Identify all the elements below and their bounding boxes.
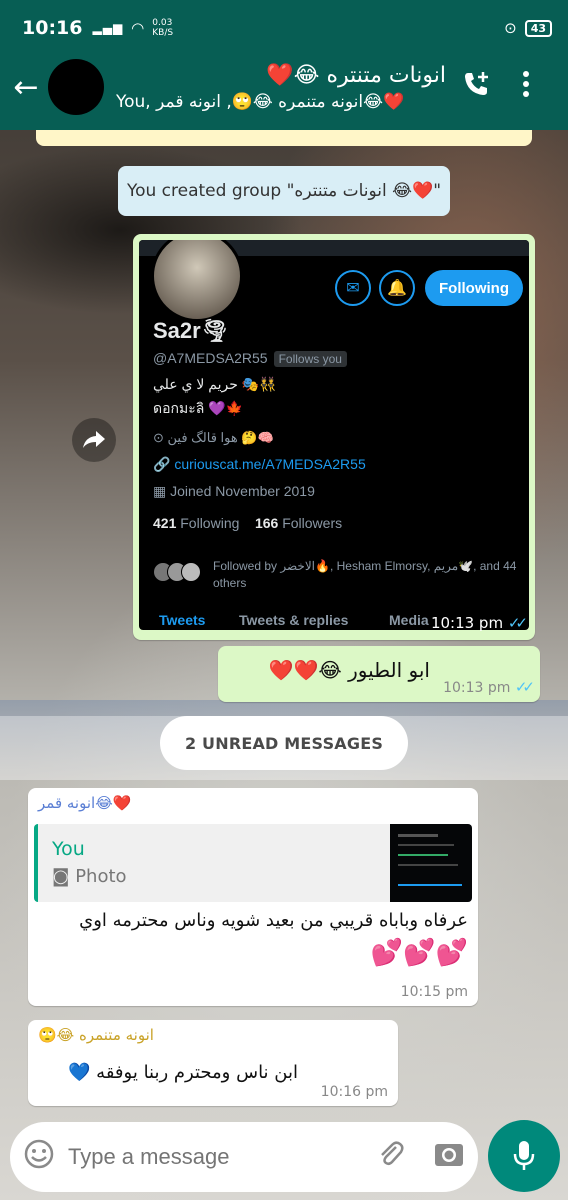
emoji-icon[interactable] xyxy=(10,1138,68,1177)
shared-profile-screenshot[interactable]: ✉ 🔔 Following Sa2r🌪 @A7MEDSA2R55 Follows … xyxy=(139,240,529,630)
lock-icon: ⊙ xyxy=(504,19,517,37)
encryption-notice[interactable] xyxy=(36,130,532,146)
chat-title-block[interactable]: انونات متنتره 😂❤️ You, انونه متنمره 😂🙄, … xyxy=(116,63,446,112)
outgoing-text-message[interactable]: ابو الطيور 😂❤️❤️ 10:13 pm ✓✓ xyxy=(218,646,540,702)
follower-avatars xyxy=(153,562,213,592)
followed-by: Followed by الاخضر🔥, Hesham Elmorsy, مري… xyxy=(153,558,523,592)
outgoing-photo-message[interactable]: ✉ 🔔 Following Sa2r🌪 @A7MEDSA2R55 Follows … xyxy=(133,234,535,640)
tab-tweets: Tweets xyxy=(159,612,206,628)
message-text: ابن ناس ومحترم ربنا يوفقه 💙 xyxy=(68,1062,298,1083)
link-icon: 🔗 xyxy=(153,456,175,472)
tab-media: Media xyxy=(389,612,429,628)
voice-message-button[interactable] xyxy=(488,1120,560,1192)
forward-icon[interactable] xyxy=(72,418,116,462)
tab-tweets-replies: Tweets & replies xyxy=(239,612,349,628)
message-meta: 10:13 pm ✓✓ xyxy=(430,614,528,632)
incoming-message[interactable]: انونه متنمره 😂🙄 ابن ناس ومحترم ربنا يوفق… xyxy=(28,1020,398,1106)
follows-you-badge: Follows you xyxy=(273,351,347,367)
notification-bell-icon: 🔔 xyxy=(379,270,415,306)
clock: 10:16 xyxy=(22,17,83,39)
profile-name: Sa2r🌪 xyxy=(153,318,229,343)
profile-handle: @A7MEDSA2R55 Follows you xyxy=(153,350,347,367)
net-speed: 0.03 KB/S xyxy=(152,18,174,38)
signal-icon: ▂▄▆ xyxy=(92,21,124,35)
microphone-icon xyxy=(513,1141,535,1170)
location-pin-icon: ⊙ xyxy=(153,430,168,445)
message-emoji: 💕💕💕 xyxy=(370,938,468,968)
status-bar: 10:16 ▂▄▆ ◠ 0.03 KB/S ⊙ 43 xyxy=(0,0,568,56)
bio-line-2: ดอกมะลิ 💜🍁 xyxy=(153,400,244,416)
message-text: ابو الطيور 😂❤️❤️ xyxy=(268,658,430,682)
wifi-icon: ◠ xyxy=(131,19,145,37)
message-time: 10:15 pm xyxy=(400,984,468,1000)
unread-messages-badge: 2 UNREAD MESSAGES xyxy=(160,716,408,770)
message-meta: 10:13 pm ✓✓ xyxy=(443,678,535,696)
message-time: 10:16 pm xyxy=(320,1084,388,1100)
chat-area[interactable]: You created group "انونات متنتره 😂❤️" ✉ … xyxy=(0,130,568,1120)
system-message: You created group "انونات متنتره 😂❤️" xyxy=(118,166,450,216)
read-ticks-icon: ✓✓ xyxy=(507,614,528,632)
profile-picture xyxy=(151,240,243,322)
more-options-icon[interactable] xyxy=(506,70,546,105)
quote-thumbnail xyxy=(390,824,472,902)
bio-line-1: حريم لا ي علي 🎭👯 xyxy=(153,376,277,392)
add-call-icon[interactable] xyxy=(446,69,506,106)
joined-date: ▦ Joined November 2019 xyxy=(153,483,315,499)
sender-name: انونه متنمره 😂🙄 xyxy=(38,1026,154,1044)
camera-icon[interactable] xyxy=(420,1140,478,1175)
attach-icon[interactable] xyxy=(362,1139,420,1176)
location: ⊙ هوا قالگ فين 🤔🧠 xyxy=(153,430,274,445)
incoming-message[interactable]: انونه قمر😂❤️ You ◙ Photo عرفاه وباباه قر… xyxy=(28,788,478,1006)
message-input[interactable] xyxy=(68,1144,362,1170)
sender-name: انونه قمر😂❤️ xyxy=(38,794,132,812)
profile-link: 🔗 curiouscat.me/A7MEDSA2R55 xyxy=(153,456,366,472)
message-text: عرفاه وباباه قريبي من بعيد شويه وناس محت… xyxy=(79,910,468,931)
quote-type: ◙ Photo xyxy=(52,866,127,887)
message-icon: ✉ xyxy=(335,270,371,306)
calendar-icon: ▦ xyxy=(153,483,171,499)
read-ticks-icon: ✓✓ xyxy=(514,678,535,696)
back-arrow-icon[interactable]: ← xyxy=(4,70,48,105)
quote-author: You xyxy=(52,838,85,860)
battery-indicator: 43 xyxy=(524,19,552,37)
follow-stats: 421 Following 166 Followers xyxy=(153,515,343,531)
participants-list: You, انونه متنمره 😂🙄, انونه قمر😂❤️ xyxy=(116,91,405,112)
following-button: Following xyxy=(425,270,523,306)
chat-header: ← انونات متنتره 😂❤️ You, انونه متنمره 😂🙄… xyxy=(0,44,568,130)
group-name: انونات متنتره 😂❤️ xyxy=(266,62,446,88)
quoted-message[interactable]: You ◙ Photo xyxy=(34,824,472,902)
camera-icon: ◙ xyxy=(52,866,76,887)
message-input-bar xyxy=(10,1122,478,1192)
group-avatar[interactable] xyxy=(48,59,104,115)
